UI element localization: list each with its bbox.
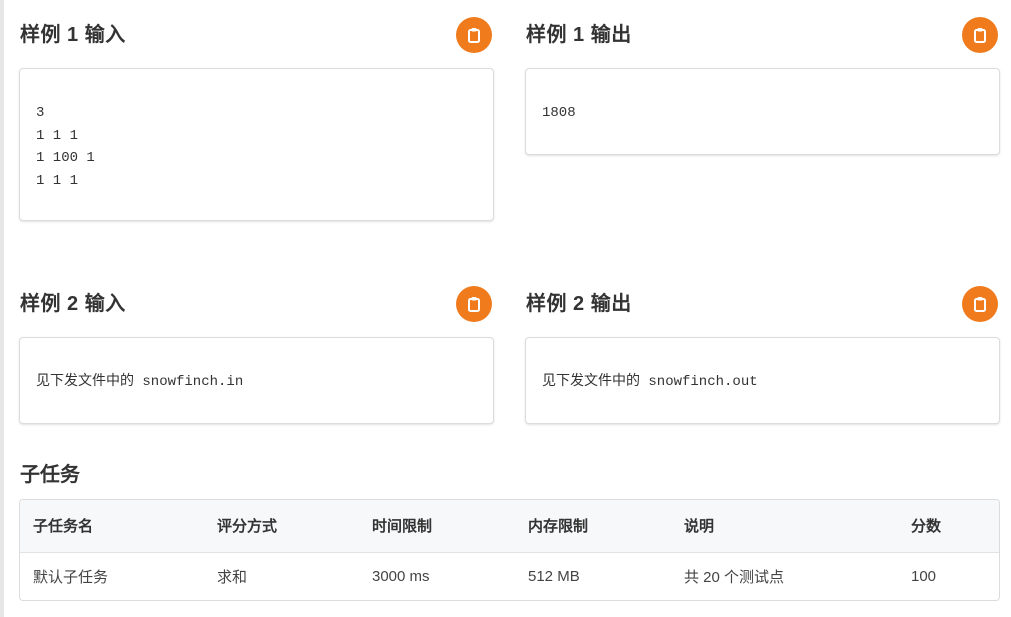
cell-memory-limit: 512 MB [528, 567, 580, 585]
clipboard-icon [974, 297, 986, 312]
subtasks-table-container: 子任务名 评分方式 时间限制 内存限制 说明 分数 默认子任务 求和 3000 … [19, 499, 1000, 601]
sample-2-output-title: 样例 2 输出 [526, 293, 632, 315]
copy-sample-1-output-button[interactable] [962, 17, 998, 53]
header-time-limit: 时间限制 [359, 500, 515, 553]
sample-1-input-content: 3 1 1 1 1 100 1 1 1 1 [36, 105, 95, 189]
clipboard-icon [468, 28, 480, 43]
header-memory-limit: 内存限制 [515, 500, 671, 553]
header-description: 说明 [671, 500, 898, 553]
left-border [0, 0, 4, 617]
table-row: 默认子任务 求和 3000 ms 512 MB 共 20 个测试点 100 [20, 552, 999, 600]
cell-time-limit: 3000 ms [372, 567, 430, 585]
clipboard-icon [468, 297, 480, 312]
sample-2-input-title: 样例 2 输入 [20, 293, 126, 315]
sample-2-input-content: 见下发文件中的 snowfinch.in [36, 374, 244, 390]
sample-1-output-title: 样例 1 输出 [526, 24, 632, 46]
copy-sample-1-input-button[interactable] [456, 17, 492, 53]
sample-2-output-content: 见下发文件中的 snowfinch.out [542, 374, 758, 390]
header-score: 分数 [898, 500, 999, 553]
sample-1-output-content: 1808 [542, 105, 576, 121]
sample-2-input-box: 见下发文件中的 snowfinch.in [19, 337, 494, 424]
header-subtask-name: 子任务名 [20, 500, 204, 553]
sample-2-output-box: 见下发文件中的 snowfinch.out [525, 337, 1000, 424]
cell-scoring-method: 求和 [217, 568, 248, 586]
table-header-row: 子任务名 评分方式 时间限制 内存限制 说明 分数 [20, 500, 999, 553]
copy-sample-2-input-button[interactable] [456, 286, 492, 322]
copy-sample-2-output-button[interactable] [962, 286, 998, 322]
problem-samples-page: 样例 1 输入 3 1 1 1 1 100 1 1 1 1 样例 1 输出 18… [0, 0, 1011, 617]
subtasks-table: 子任务名 评分方式 时间限制 内存限制 说明 分数 默认子任务 求和 3000 … [20, 500, 999, 600]
subtasks-title: 子任务 [20, 464, 80, 486]
cell-subtask-name: 默认子任务 [33, 568, 109, 586]
cell-description: 共 20 个测试点 [684, 568, 785, 586]
cell-score: 100 [911, 567, 937, 585]
sample-1-input-title: 样例 1 输入 [20, 24, 126, 46]
header-scoring-method: 评分方式 [204, 500, 359, 553]
clipboard-icon [974, 28, 986, 43]
sample-1-output-box: 1808 [525, 68, 1000, 155]
sample-1-input-box: 3 1 1 1 1 100 1 1 1 1 [19, 68, 494, 221]
